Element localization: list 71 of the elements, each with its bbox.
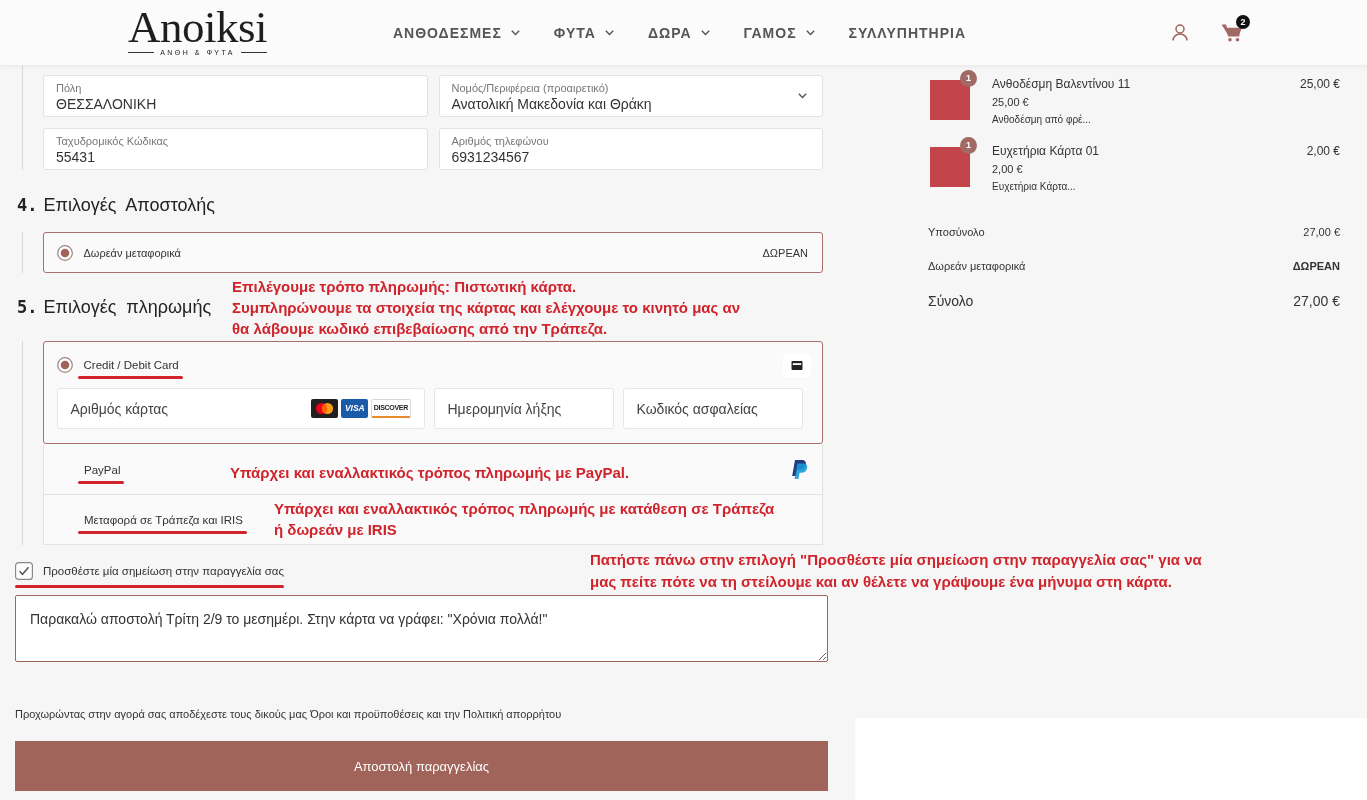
expiry-date-field[interactable]: Ημερομηνία λήξης (433, 388, 614, 429)
total-label: Σύνολο (928, 292, 974, 311)
section-title: Επιλογές Αποστολής (43, 194, 215, 217)
p-logo-icon (791, 460, 808, 480)
payment-method-label[interactable]: Μεταφορά σε Τράπεζα και IRIS (84, 513, 243, 527)
nav-link[interactable]: ΑΝΘΟΔΕΣΜΕΣ (393, 24, 520, 41)
field-label: Ταχυδρομικός Κώδικας (56, 134, 169, 148)
submit-order-button[interactable]: Αποστολή παραγγελίας (15, 741, 828, 791)
payment-method-label[interactable]: Credit / Debit Card (83, 358, 179, 372)
annotation-text: Υπάρχει και εναλλακτικός τρόπος πληρωμής με κατάθεση σε Τράπεζα ή δωρεάν με IRIS (274, 499, 775, 540)
select-field[interactable]: Νομός/Περιφέρεια (προαιρετικό) Ανατολική Μακεδονία και Θράκη (438, 75, 823, 117)
summary-value: 27,00 € (1303, 225, 1340, 240)
placeholder-text: Ημερομηνία λήξης (447, 400, 563, 417)
line-total: 2,00 € (1306, 143, 1340, 160)
nav-link[interactable]: ΔΩΡΑ (647, 24, 710, 41)
summary-label: Υποσύνολο (928, 225, 985, 240)
text-field[interactable]: Ταχυδρομικός Κώδικας 55431 (43, 128, 428, 170)
photo-placeholder (930, 80, 970, 120)
summary-value: ΔΩΡΕΑΝ (1292, 259, 1340, 274)
total-value: 27,00 € (1293, 292, 1340, 311)
placeholder-text: Αριθμός κάρτας (70, 400, 170, 417)
checkbox[interactable] (15, 562, 33, 580)
cart-icon[interactable] (1222, 23, 1242, 42)
nav-link[interactable]: ΣΥΛΛΥΠΗΤΗΡΙΑ (848, 24, 966, 41)
field-label: Αριθμός τηλεφώνου (451, 134, 549, 148)
user-icon[interactable] (1172, 24, 1188, 41)
step-number: 5. (17, 297, 38, 317)
nav-link[interactable]: ΦΥΤΑ (553, 24, 614, 41)
annotation-text: Πατήστε πάνω στην επιλογή "Προσθέστε μία σημείωση στην παραγγελία σας" για να μας πείτε πότε να τη στείλουμε και αν θέλετε να γράψουμε ένα μήνυμα στη κάρτα. (590, 550, 1202, 592)
product-name: Ανθοδέσμη Βαλεντίνου 11 (992, 76, 1131, 93)
option-label: Δωρεάν μεταφορικά (83, 246, 181, 259)
field-value: 55431 (56, 148, 95, 166)
section-title: Επιλογές πληρωμής (43, 296, 212, 319)
product-description: Ευχετήρια Κάρτα... (992, 180, 1076, 194)
terms-text: Προχωρώντας στην αγορά σας αποδέχεστε τους δικούς μας Όροι και προϋποθέσεις και την Πολιτική απορρήτου (15, 707, 563, 721)
annotation-text: Επιλέγουμε τρόπο πληρωμής: Πιστωτική κάρτα. Συμπληρώνουμε τα στοιχεία της κάρτας και ελέγχουμε το κινητό μας αν θα λάβουμε κωδικό επιβεβαίωσης από την Τράπεζα. (232, 277, 741, 339)
unit-price: 2,00 € (992, 162, 1023, 177)
radio-button[interactable] (56, 244, 73, 261)
overlapping-circles-icon (311, 399, 339, 418)
field-value: Ανατολική Μακεδονία και Θράκη (451, 95, 652, 113)
chevron-down-icon (798, 93, 807, 99)
security-code-field[interactable]: Κωδικός ασφαλείας (622, 388, 803, 429)
line-total: 25,00 € (1299, 76, 1340, 93)
quantity-badge: 1 (960, 137, 977, 154)
option-price: ΔΩΡΕΑΝ (762, 246, 808, 259)
radio-button[interactable] (56, 357, 73, 373)
product-name: Ευχετήρια Κάρτα 01 (992, 143, 1100, 160)
text-field[interactable]: Πόλη ΘΕΣΣΑΛΟΝΙΚΗ (43, 75, 428, 117)
annotation-text: Υπάρχει και εναλλακτικός τρόπος πληρωμής με PayPal. (230, 463, 630, 483)
payment-method-label[interactable]: PayPal (84, 463, 121, 477)
cart-count-badge: 2 (1236, 14, 1250, 29)
summary-label: Δωρεάν μεταφορικά (928, 259, 1026, 274)
shipping-option[interactable]: Δωρεάν μεταφορικά ΔΩΡΕΑΝ (43, 232, 823, 273)
checkbox-label[interactable]: Προσθέστε μία σημείωση στην παραγγελία σας (43, 565, 284, 577)
payment-option[interactable]: PayPal Υπάρχει και εναλλακτικός τρόπος πληρωμής με PayPal. (43, 444, 823, 495)
nav-link[interactable]: ΓΑΜΟΣ (743, 24, 815, 41)
logo-wordmark[interactable]: Anoiksi (128, 6, 267, 47)
field-value: ΘΕΣΣΑΛΟΝΙΚΗ (56, 95, 157, 113)
placeholder-text: Κωδικός ασφαλείας (636, 400, 759, 417)
field-label: Νομός/Περιφέρεια (προαιρετικό) (451, 81, 609, 95)
text-field[interactable]: Αριθμός τηλεφώνου 6931234567 (438, 128, 823, 170)
note-field[interactable]: Παρακαλώ αποστολή Τρίτη 2/9 το μεσημέρι. Στην κάρτα να γράφει: "Χρόνια πολλά!" (15, 595, 828, 662)
photo-placeholder (930, 147, 970, 187)
payment-option[interactable]: Μεταφορά σε Τράπεζα και IRIS Υπάρχει και εναλλακτικός τρόπος πληρωμής με κατάθεση σε Τράπεζα ή δωρεάν με IRIS (43, 495, 823, 545)
card-brand-logo: VISA (341, 399, 369, 418)
unit-price: 25,00 € (992, 95, 1029, 110)
field-value: 6931234567 (451, 148, 530, 166)
field-label: Πόλη (56, 81, 82, 95)
quantity-badge: 1 (960, 70, 977, 87)
product-description: Ανθοδέσμη από φρέ... (992, 113, 1091, 127)
step-number: 4. (17, 195, 38, 215)
